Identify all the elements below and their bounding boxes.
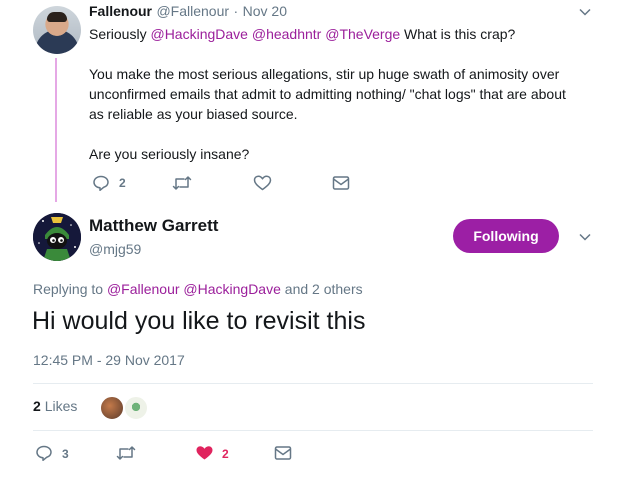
- parent-paragraph2-line1: You make the most serious allegations, s…: [89, 66, 560, 82]
- parent-reply-count: 2: [119, 176, 126, 190]
- replying-suffix[interactable]: and 2 others: [285, 281, 363, 297]
- heart-icon[interactable]: [253, 174, 272, 192]
- divider: [33, 383, 593, 384]
- parent-author-name[interactable]: Fallenour: [89, 3, 152, 19]
- mention-hackingdave[interactable]: @HackingDave: [150, 26, 247, 42]
- parent-tweet-header: Fallenour @Fallenour · Nov 20: [89, 3, 287, 21]
- like-count: 2: [222, 447, 229, 461]
- liker-avatar[interactable]: [100, 396, 124, 420]
- parent-paragraph2-line2: unconfirmed emails that admit to admitti…: [89, 86, 566, 102]
- mention-theverge[interactable]: @TheVerge: [325, 26, 400, 42]
- retweet-icon[interactable]: [116, 444, 136, 462]
- chevron-down-icon[interactable]: [578, 230, 592, 244]
- replying-mention-hackingdave[interactable]: @HackingDave: [183, 281, 280, 297]
- parent-tweet-text: Seriously @HackingDave @headhntr @TheVer…: [89, 24, 589, 184]
- parent-text-prefix: Seriously: [89, 26, 147, 42]
- parent-paragraph3: Are you seriously insane?: [89, 146, 250, 162]
- reply-count: 3: [62, 447, 69, 461]
- mention-headhntr[interactable]: @headhntr: [252, 26, 321, 42]
- divider: [33, 430, 593, 431]
- liker-avatar[interactable]: [124, 396, 148, 420]
- likes-number: 2: [33, 398, 41, 414]
- message-icon[interactable]: [332, 175, 350, 191]
- chevron-down-icon[interactable]: [578, 5, 592, 19]
- matthew-garrett-avatar[interactable]: [33, 213, 81, 261]
- header-separator: ·: [233, 3, 239, 19]
- replying-to: Replying to @Fallenour @HackingDave and …: [33, 281, 363, 297]
- thread-connector: [55, 58, 57, 202]
- replying-mention-fallenour[interactable]: @Fallenour: [107, 281, 180, 297]
- retweet-icon[interactable]: [172, 174, 192, 192]
- likes-label: Likes: [44, 398, 78, 414]
- parent-tweet-date[interactable]: Nov 20: [243, 3, 287, 19]
- author-handle[interactable]: @mjg59: [89, 241, 141, 257]
- tweet-timestamp[interactable]: 12:45 PM - 29 Nov 2017: [33, 352, 185, 368]
- heart-icon[interactable]: [195, 444, 214, 462]
- parent-text-suffix: What is this crap?: [404, 26, 516, 42]
- author-name[interactable]: Matthew Garrett: [89, 216, 218, 236]
- reply-icon[interactable]: [35, 444, 53, 462]
- fallenour-avatar[interactable]: [33, 6, 81, 54]
- parent-author-handle[interactable]: @Fallenour: [156, 3, 229, 19]
- reply-icon[interactable]: [92, 174, 110, 192]
- marvin-martian-icon: [33, 213, 81, 261]
- replying-prefix: Replying to: [33, 281, 104, 297]
- parent-paragraph2-line3: as reliable as your biased source.: [89, 106, 298, 122]
- following-button[interactable]: Following: [453, 219, 559, 253]
- likes-count[interactable]: 2 Likes: [33, 398, 77, 414]
- message-icon[interactable]: [274, 445, 292, 461]
- tweet-text: Hi would you like to revisit this: [32, 307, 366, 335]
